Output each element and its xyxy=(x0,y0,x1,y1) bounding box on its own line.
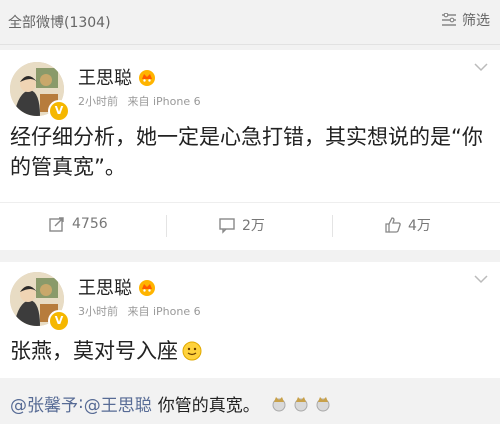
repost-count: 4756 xyxy=(72,216,108,232)
like-icon xyxy=(385,217,401,233)
post-time: 2小时前 xyxy=(78,95,118,108)
divider xyxy=(332,215,333,237)
user-name-row[interactable]: 王思聪 xyxy=(78,64,156,90)
comment-count: 2万 xyxy=(242,218,265,234)
post-source: 来自 iPhone 6 xyxy=(127,95,201,108)
like-button[interactable]: 4万 xyxy=(384,215,431,235)
mention-link[interactable]: @张馨予 xyxy=(10,391,78,416)
reply-text: 你管的真宽。 xyxy=(157,395,260,416)
post-time: 3小时前 xyxy=(78,305,118,318)
divider xyxy=(166,215,167,237)
user-name[interactable]: 王思聪 xyxy=(78,274,132,300)
mention-link[interactable]: @王思聪 xyxy=(84,391,152,416)
post-source: 来自 iPhone 6 xyxy=(127,305,201,318)
post-card[interactable]: V 王思聪 2小时前 来自 iPhone 6 经仔细分析，她一定是心急打错，其实… xyxy=(0,50,500,250)
repost-icon xyxy=(49,217,64,232)
post-text-row: 张燕，莫对号入座 xyxy=(10,336,488,366)
post-text: 张燕，莫对号入座 xyxy=(10,339,178,363)
chevron-down-icon[interactable] xyxy=(474,274,488,284)
crown-emoji-icon xyxy=(294,397,308,412)
crown-icon xyxy=(139,70,155,86)
like-count: 4万 xyxy=(408,218,431,234)
smiley-icon xyxy=(182,341,202,361)
feed-title: 全部微博(1304) xyxy=(8,15,111,31)
verified-badge: V xyxy=(48,100,70,122)
post-card[interactable]: V 王思聪 3小时前 来自 iPhone 6 张燕，莫对号入座 xyxy=(0,262,500,378)
chevron-down-icon[interactable] xyxy=(474,62,488,72)
post-meta: 3小时前 来自 iPhone 6 xyxy=(78,303,207,319)
comment-icon xyxy=(219,218,235,234)
repost-button[interactable]: 4756 xyxy=(48,215,108,233)
verified-badge: V xyxy=(48,310,70,332)
filter-button[interactable]: 筛选 xyxy=(441,10,490,30)
post-text: 经仔细分析，她一定是心急打错，其实想说的是“你的管真宽”。 xyxy=(10,125,483,179)
crown-icon xyxy=(139,280,155,296)
repost-comment-row: @张馨予 : @王思聪 你管的真宽。 xyxy=(0,382,500,424)
action-bar: 4756 2万 4万 xyxy=(0,202,500,249)
filter-icon xyxy=(442,13,456,26)
filter-label: 筛选 xyxy=(462,13,490,29)
user-name-row[interactable]: 王思聪 xyxy=(78,274,156,300)
user-name[interactable]: 王思聪 xyxy=(78,64,132,90)
top-bar: 全部微博(1304) 筛选 xyxy=(0,0,500,45)
comment-button[interactable]: 2万 xyxy=(218,215,265,235)
crown-emoji-icon xyxy=(272,397,286,412)
post-meta: 2小时前 来自 iPhone 6 xyxy=(78,93,207,109)
crown-emoji-icon xyxy=(316,397,330,412)
